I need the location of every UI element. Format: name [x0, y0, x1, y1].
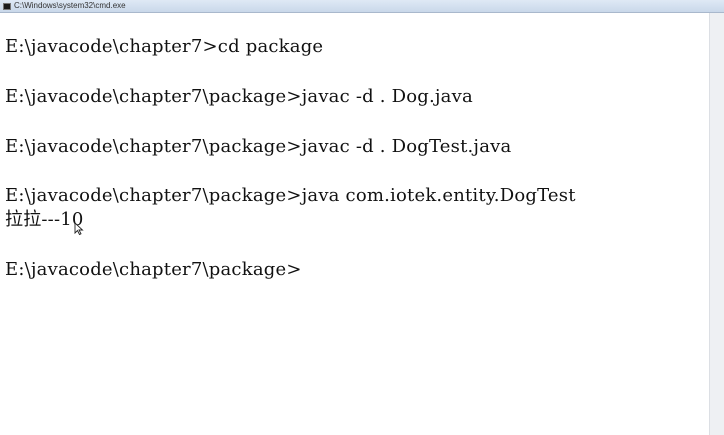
console-output[interactable]: E:\javacode\chapter7>cd package E:\javac… [0, 13, 710, 435]
title-bar[interactable]: C:\Windows\system32\cmd.exe [0, 0, 724, 13]
cmd-window: C:\Windows\system32\cmd.exe E:\javacode\… [0, 0, 724, 435]
console-line-cd: E:\javacode\chapter7>cd package [5, 36, 324, 57]
window-title: C:\Windows\system32\cmd.exe [14, 1, 126, 10]
mouse-cursor-icon [74, 222, 84, 236]
console-line-javac-dogtest: E:\javacode\chapter7\package>javac -d . … [5, 136, 512, 157]
console-line-program-output: 拉拉---10 [5, 209, 84, 230]
console-line-prompt: E:\javacode\chapter7\package> [5, 259, 302, 280]
cmd-icon [3, 2, 11, 10]
vertical-scrollbar[interactable] [709, 13, 724, 435]
console-line-java-run: E:\javacode\chapter7\package>java com.io… [5, 185, 576, 206]
console-line-javac-dog: E:\javacode\chapter7\package>javac -d . … [5, 86, 473, 107]
